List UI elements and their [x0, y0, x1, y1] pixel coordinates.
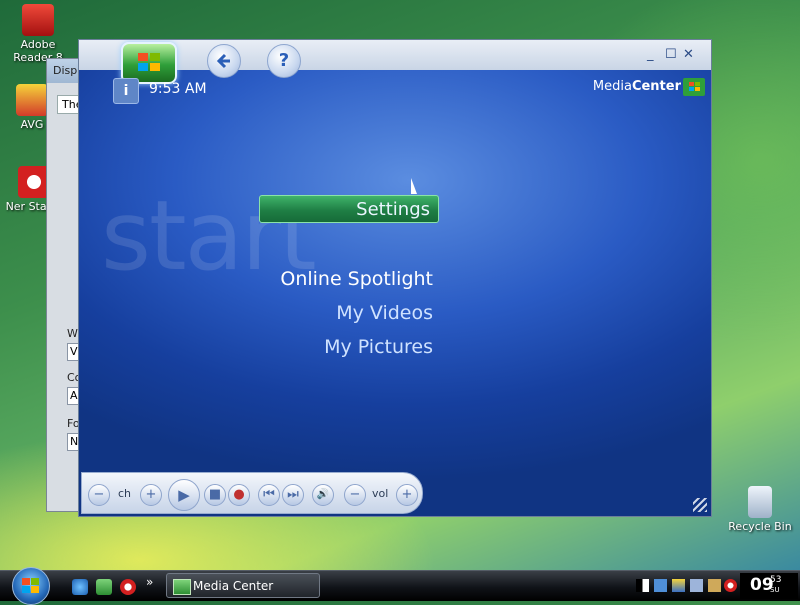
volume-up-button[interactable]: + [396, 484, 418, 506]
media-center-window[interactable]: _ ☐ ✕ ? i 9:53 AM MediaCenter start Sett… [78, 39, 712, 517]
taskbar: » Media Center 09 53 SU [0, 567, 800, 605]
taskbar-media-center-button[interactable]: Media Center [166, 573, 320, 598]
taskbar-button-label: Media Center [193, 579, 274, 593]
quick-launch-app-icon[interactable] [120, 579, 136, 595]
mouse-cursor-icon [411, 178, 417, 194]
minimize-button[interactable]: _ [647, 47, 654, 62]
clock-day: SU [770, 586, 780, 594]
show-desktop-icon[interactable] [96, 579, 112, 595]
next-button[interactable]: ⏭ [282, 484, 304, 506]
maximize-button[interactable]: ☐ [665, 47, 677, 62]
recycle-bin-icon [748, 486, 772, 518]
transport-controls: − ch + ▶ ■ ● ⏮ ⏭ 🔊 − vol + [81, 472, 423, 514]
brand-prefix: Media [592, 79, 632, 94]
volume-label: vol [372, 487, 389, 500]
record-button[interactable]: ● [228, 484, 250, 506]
tray-network-icon[interactable] [636, 579, 649, 592]
channel-down-button[interactable]: − [88, 484, 110, 506]
back-arrow-icon [216, 53, 230, 69]
adobe-reader-icon [22, 4, 54, 36]
mute-button[interactable]: 🔊 [312, 484, 334, 506]
desktop-icon-label: AVG [20, 118, 44, 131]
quick-launch-more-button[interactable]: » [146, 575, 153, 589]
media-center-logo-icon [683, 78, 705, 96]
menu-item-settings[interactable]: Settings [259, 195, 439, 223]
windows-flag-icon [22, 578, 39, 593]
media-center-task-icon [173, 579, 191, 595]
close-button[interactable]: ✕ [683, 47, 694, 62]
volume-down-button[interactable]: − [344, 484, 366, 506]
desktop-icon-label: Recycle Bin [728, 520, 792, 533]
info-icon[interactable]: i [113, 78, 139, 104]
internet-explorer-icon[interactable] [72, 579, 88, 595]
back-button[interactable] [207, 44, 241, 78]
media-center-clock: 9:53 AM [149, 81, 207, 97]
windows-flag-icon [138, 53, 160, 71]
help-button[interactable]: ? [267, 44, 301, 78]
menu-item-online-spotlight[interactable]: Online Spotlight [280, 268, 433, 290]
desktop-icon-adobe-reader[interactable]: Adobe Reader 8 [6, 4, 70, 64]
menu-item-my-videos[interactable]: My Videos [336, 302, 433, 324]
resize-grip[interactable] [693, 498, 707, 512]
background-window-label: W [67, 327, 78, 340]
taskbar-clock[interactable]: 09 53 SU [740, 573, 798, 599]
tray-display-icon[interactable] [690, 579, 703, 592]
tray-bluetooth-icon[interactable] [654, 579, 667, 592]
desktop-icon-recycle-bin[interactable]: Recycle Bin [728, 486, 792, 533]
tray-security-icon[interactable] [672, 579, 685, 592]
stop-button[interactable]: ■ [204, 484, 226, 506]
tray-alert-icon[interactable] [724, 579, 737, 592]
clock-minutes: 53 [770, 575, 782, 585]
tray-device-icon[interactable] [708, 579, 721, 592]
avg-icon [16, 84, 48, 116]
brand-suffix: Center [631, 79, 681, 94]
menu-item-my-pictures[interactable]: My Pictures [324, 336, 433, 358]
play-button[interactable]: ▶ [168, 479, 200, 511]
channel-up-button[interactable]: + [140, 484, 162, 506]
start-button[interactable] [12, 567, 50, 605]
channel-label: ch [118, 487, 132, 500]
previous-button[interactable]: ⏮ [258, 484, 280, 506]
media-center-brand: MediaCenter [593, 79, 681, 94]
